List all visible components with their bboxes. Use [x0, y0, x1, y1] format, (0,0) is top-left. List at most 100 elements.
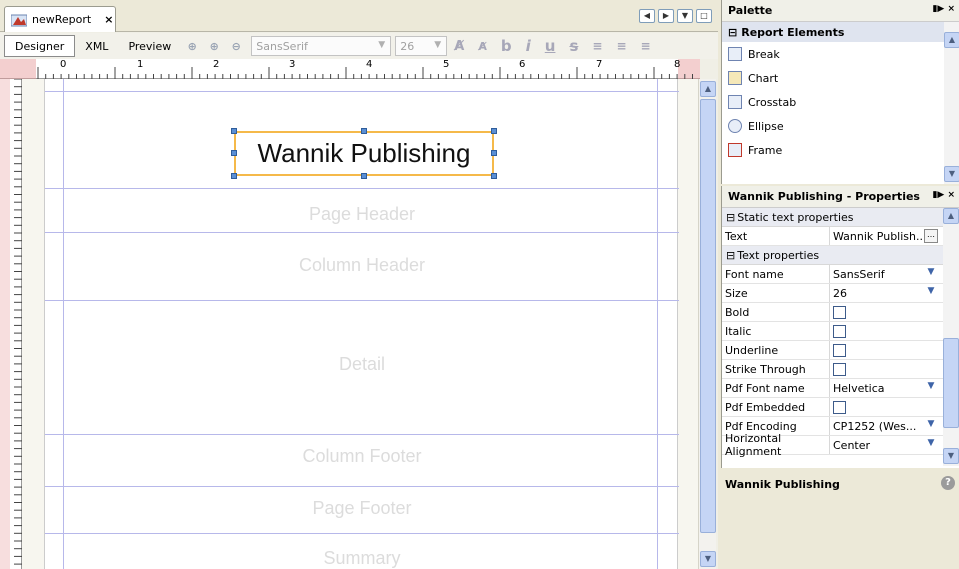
static-text-element[interactable]: Wannik Publishing: [234, 131, 494, 176]
palette-title: Palette: [728, 4, 773, 17]
resize-handle[interactable]: [491, 128, 497, 134]
band-summary[interactable]: Summary: [45, 548, 679, 569]
maximize-icon[interactable]: □: [696, 9, 712, 23]
ruler-label-0: 0: [60, 59, 67, 70]
property-row-bold[interactable]: Bold: [722, 303, 959, 322]
band-page-footer[interactable]: Page Footer: [45, 498, 679, 519]
halign-value: Center: [833, 438, 871, 452]
zoom-out-icon[interactable]: ⊖: [227, 37, 245, 55]
chevron-down-icon[interactable]: ▼: [924, 286, 938, 300]
halign-select[interactable]: Center ▼: [830, 436, 940, 454]
align-right-icon[interactable]: ≡: [641, 39, 651, 53]
italic-checkbox[interactable]: [833, 324, 846, 338]
palette-item-break[interactable]: Break: [722, 42, 959, 66]
font-size-combo[interactable]: 26 ▼: [395, 36, 448, 56]
collapse-icon[interactable]: ⊟: [726, 211, 735, 224]
strikethrough-button[interactable]: s: [569, 37, 578, 55]
text-value: Wannik Publish...: [833, 229, 927, 243]
scroll-down-icon[interactable]: ▼: [944, 166, 959, 182]
size-select[interactable]: 26 ▼: [830, 284, 940, 302]
designer-toolbar: Designer XML Preview ⊕ ⊕ ⊖ SansSerif ▼ 2…: [0, 33, 718, 59]
chevron-down-icon[interactable]: ▼: [924, 419, 938, 433]
minimize-close-icon[interactable]: ▮▶ ×: [932, 190, 955, 200]
palette-item-frame[interactable]: Frame: [722, 138, 959, 162]
tab-list-icon[interactable]: ▼: [677, 9, 693, 23]
scroll-thumb[interactable]: [700, 99, 716, 533]
increase-font-icon[interactable]: A̸: [454, 39, 464, 54]
pdf-embedded-checkbox[interactable]: [833, 400, 846, 414]
resize-handle[interactable]: [361, 128, 367, 134]
resize-handle[interactable]: [231, 128, 237, 134]
resize-handle[interactable]: [231, 150, 237, 156]
resize-handle[interactable]: [361, 173, 367, 179]
decrease-font-icon[interactable]: A̸: [478, 40, 487, 53]
scroll-up-icon[interactable]: ▲: [944, 32, 959, 48]
collapse-icon[interactable]: ⊟: [726, 249, 735, 262]
right-margin-line: [657, 79, 658, 569]
scroll-thumb[interactable]: [943, 338, 959, 428]
chevron-down-icon[interactable]: ▼: [924, 438, 938, 452]
scroll-tabs-right-icon[interactable]: ▶: [658, 9, 674, 23]
property-row-pdf-embedded[interactable]: Pdf Embedded: [722, 398, 959, 417]
scroll-up-icon[interactable]: ▲: [700, 81, 716, 97]
font-name-select[interactable]: SansSerif ▼: [830, 265, 940, 283]
band-page-header[interactable]: Page Header: [45, 204, 679, 225]
close-icon[interactable]: ×: [104, 13, 113, 26]
tab-newreport[interactable]: newReport ×: [4, 6, 116, 32]
property-row-italic[interactable]: Italic: [722, 322, 959, 341]
property-row-horizontal-alignment[interactable]: Horizontal Alignment Center ▼: [722, 432, 959, 458]
font-name-combo[interactable]: SansSerif ▼: [251, 36, 392, 56]
category-label: Static text properties: [737, 210, 854, 224]
property-row-strike-through[interactable]: Strike Through: [722, 360, 959, 379]
canvas-scrollbar[interactable]: ▲ ▼: [698, 79, 716, 569]
chevron-down-icon[interactable]: ▼: [924, 381, 938, 395]
xml-mode-button[interactable]: XML: [75, 35, 118, 57]
property-value[interactable]: Wannik Publish... …: [830, 227, 940, 245]
palette-scrollbar[interactable]: ▲ ▼: [944, 22, 959, 184]
band-separator: [45, 486, 679, 487]
zoom-in-icon[interactable]: ⊕: [205, 37, 223, 55]
chevron-down-icon: ▼: [434, 40, 442, 50]
scroll-up-icon[interactable]: ▲: [943, 208, 959, 224]
italic-button[interactable]: i: [526, 37, 531, 55]
pdf-font-select[interactable]: Helvetica ▼: [830, 379, 940, 397]
designer-mode-button[interactable]: Designer: [4, 35, 76, 57]
palette-item-chart[interactable]: Chart: [722, 66, 959, 90]
underline-button[interactable]: u: [545, 37, 556, 55]
resize-handle[interactable]: [491, 173, 497, 179]
palette-item-ellipse[interactable]: Ellipse: [722, 114, 959, 138]
text-properties-category[interactable]: ⊟ Text properties: [722, 246, 959, 265]
preview-mode-button[interactable]: Preview: [118, 35, 181, 57]
property-row-font-name[interactable]: Font name SansSerif ▼: [722, 265, 959, 284]
chevron-down-icon[interactable]: ▼: [924, 267, 938, 281]
align-left-icon[interactable]: ≡: [592, 39, 602, 53]
align-center-icon[interactable]: ≡: [616, 39, 626, 53]
bold-button[interactable]: b: [501, 37, 512, 55]
property-row-text[interactable]: Text Wannik Publish... …: [722, 227, 959, 246]
palette-category[interactable]: ⊟ Report Elements: [722, 22, 959, 42]
band-column-footer[interactable]: Column Footer: [45, 446, 679, 467]
collapse-icon[interactable]: ⊟: [728, 26, 737, 39]
ellipsis-button[interactable]: …: [924, 229, 938, 243]
minimize-close-icon[interactable]: ▮▶ ×: [932, 4, 955, 14]
static-text-category[interactable]: ⊟ Static text properties: [722, 208, 959, 227]
property-row-underline[interactable]: Underline: [722, 341, 959, 360]
band-column-header[interactable]: Column Header: [45, 255, 679, 276]
help-icon[interactable]: ?: [941, 476, 955, 490]
resize-handle[interactable]: [491, 150, 497, 156]
palette-item-crosstab[interactable]: Crosstab: [722, 90, 959, 114]
strike-through-checkbox[interactable]: [833, 362, 846, 376]
scroll-down-icon[interactable]: ▼: [700, 551, 716, 567]
property-row-pdf-font-name[interactable]: Pdf Font name Helvetica ▼: [722, 379, 959, 398]
property-row-size[interactable]: Size 26 ▼: [722, 284, 959, 303]
resize-handle[interactable]: [231, 173, 237, 179]
scroll-tabs-left-icon[interactable]: ◀: [639, 9, 655, 23]
scroll-down-icon[interactable]: ▼: [943, 448, 959, 464]
pdf-encoding-select[interactable]: CP1252 (Wes... ▼: [830, 417, 940, 435]
underline-checkbox[interactable]: [833, 343, 846, 357]
band-detail[interactable]: Detail: [45, 354, 679, 375]
properties-scrollbar[interactable]: ▲ ▼: [943, 208, 959, 466]
font-name-value: SansSerif: [256, 39, 308, 53]
bold-checkbox[interactable]: [833, 305, 846, 319]
zoom-fit-icon[interactable]: ⊕: [183, 37, 201, 55]
